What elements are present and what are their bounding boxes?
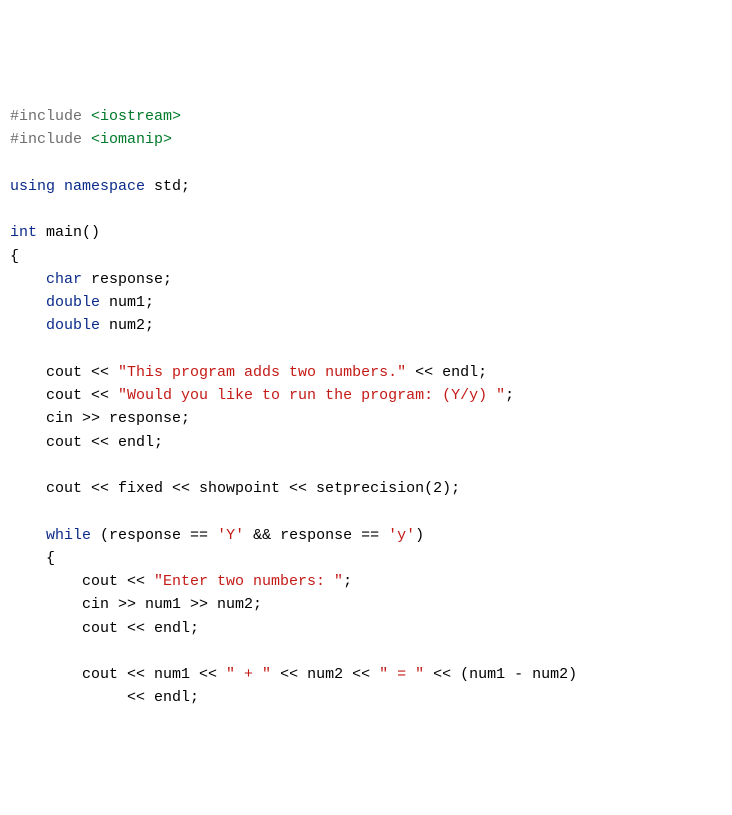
indent xyxy=(10,620,82,637)
indent xyxy=(10,573,82,590)
code-text: cout << xyxy=(82,573,154,590)
char-literal: 'Y' xyxy=(217,527,244,544)
indent xyxy=(10,550,46,567)
keyword-while: while xyxy=(46,527,91,544)
indent xyxy=(10,271,46,288)
code-text: ; xyxy=(343,573,352,590)
string-literal: "Enter two numbers: " xyxy=(154,573,343,590)
keyword-namespace: namespace xyxy=(55,178,145,195)
indent xyxy=(10,294,46,311)
string-literal: " + " xyxy=(226,666,271,683)
code-text: num2; xyxy=(100,317,154,334)
code-text: cout << endl; xyxy=(82,620,199,637)
indent xyxy=(10,364,46,381)
code-text: << num2 << xyxy=(271,666,379,683)
indent xyxy=(10,527,46,544)
code-text: (response == xyxy=(91,527,217,544)
keyword-double: double xyxy=(46,317,100,334)
keyword-char: char xyxy=(46,271,82,288)
preprocessor: #include xyxy=(10,131,82,148)
code-snippet: #include <iostream> #include <iomanip> u… xyxy=(10,108,577,706)
code-text: cout << endl; xyxy=(46,434,163,451)
indent xyxy=(10,689,127,706)
indent xyxy=(10,596,82,613)
code-text: << endl; xyxy=(406,364,487,381)
indent xyxy=(10,387,46,404)
string-literal: "This program adds two numbers." xyxy=(118,364,406,381)
code-text: ; xyxy=(505,387,514,404)
code-text: cout << fixed << showpoint << setprecisi… xyxy=(46,480,460,497)
header-iomanip: <iomanip> xyxy=(82,131,172,148)
keyword-using: using xyxy=(10,178,55,195)
code-text: << (num1 - num2) xyxy=(424,666,577,683)
code-text: std; xyxy=(145,178,190,195)
indent xyxy=(10,317,46,334)
code-text: cout << xyxy=(46,387,118,404)
code-text: && response == xyxy=(244,527,388,544)
indent xyxy=(10,410,46,427)
keyword-double: double xyxy=(46,294,100,311)
header-iostream: <iostream> xyxy=(82,108,181,125)
char-literal: 'y' xyxy=(388,527,415,544)
keyword-int: int xyxy=(10,224,37,241)
indent xyxy=(10,666,82,683)
code-text: ) xyxy=(415,527,424,544)
code-text: cin >> response; xyxy=(46,410,190,427)
string-literal: "Would you like to run the program: (Y/y… xyxy=(118,387,505,404)
code-text: num1; xyxy=(100,294,154,311)
indent xyxy=(10,434,46,451)
code-text: cin >> num1 >> num2; xyxy=(82,596,262,613)
code-text: response; xyxy=(82,271,172,288)
code-text: cout << num1 << xyxy=(82,666,226,683)
indent xyxy=(10,480,46,497)
string-literal: " = " xyxy=(379,666,424,683)
brace-open: { xyxy=(10,248,19,265)
code-text: cout << xyxy=(46,364,118,381)
preprocessor: #include xyxy=(10,108,82,125)
brace-open: { xyxy=(46,550,55,567)
code-text: << endl; xyxy=(127,689,199,706)
code-text: main() xyxy=(37,224,100,241)
